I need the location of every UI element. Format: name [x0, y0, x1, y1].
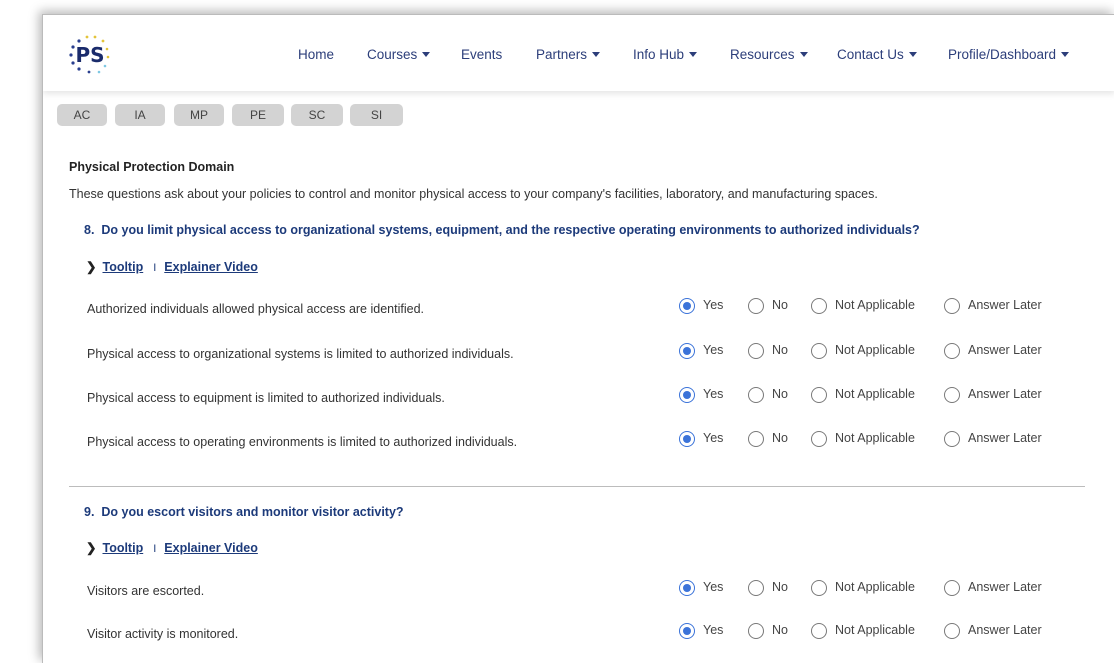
- radio-empty-icon: [811, 431, 827, 447]
- caret-down-icon: [799, 52, 808, 57]
- question-number: 8.: [84, 223, 95, 237]
- browser-window: AC IA MP PE SC SI Physical Protection Do…: [42, 14, 1114, 663]
- radio-empty-icon: [748, 431, 764, 447]
- nav-resources-label: Resources: [730, 47, 795, 62]
- section-divider: [69, 486, 1085, 487]
- separator: I: [153, 262, 157, 274]
- nav-profile-dashboard[interactable]: Profile/Dashboard: [948, 47, 1070, 62]
- nav-info-hub[interactable]: Info Hub: [633, 47, 698, 62]
- question-item-label: Physical access to equipment is limited …: [87, 391, 445, 405]
- tooltip-link[interactable]: Tooltip: [102, 541, 143, 555]
- question-item-label: Visitor activity is monitored.: [87, 627, 239, 641]
- question-item-label: Physical access to operating environment…: [87, 435, 518, 449]
- tooltip-row: ❯ Tooltip I Explainer Video: [86, 540, 258, 555]
- separator: I: [153, 543, 157, 555]
- question-heading: 8. Do you limit physical access to organ…: [84, 223, 920, 237]
- radio-selected-icon: [679, 343, 695, 359]
- radio-empty-icon: [748, 623, 764, 639]
- nav-partners[interactable]: Partners: [536, 47, 601, 62]
- radio-empty-icon: [944, 387, 960, 403]
- nav-home[interactable]: Home: [298, 47, 334, 62]
- domain-title: Physical Protection Domain: [69, 160, 235, 174]
- explainer-video-link[interactable]: Explainer Video: [164, 260, 258, 274]
- radio-empty-icon: [748, 580, 764, 596]
- tab-ia[interactable]: IA: [115, 104, 165, 126]
- nav-partners-label: Partners: [536, 47, 588, 62]
- radio-selected-icon: [679, 387, 695, 403]
- radio-empty-icon: [944, 580, 960, 596]
- domain-description: These questions ask about your policies …: [69, 187, 878, 201]
- nav-info-hub-label: Info Hub: [633, 47, 685, 62]
- window-frame-top: [0, 0, 1114, 14]
- top-navbar: PS Home Courses Events Partners Info Hub…: [43, 15, 1114, 91]
- question-text: Do you escort visitors and monitor visit…: [101, 505, 404, 519]
- tab-pe[interactable]: PE: [232, 104, 284, 126]
- radio-empty-icon: [811, 580, 827, 596]
- radio-empty-icon: [944, 343, 960, 359]
- nav-profile-dashboard-label: Profile/Dashboard: [948, 47, 1057, 62]
- tab-mp[interactable]: MP: [174, 104, 224, 126]
- caret-down-icon: [422, 52, 431, 57]
- caret-down-icon: [908, 52, 917, 57]
- logo-icon: PS: [69, 35, 110, 74]
- nav-courses-label: Courses: [367, 47, 418, 62]
- question-number: 9.: [84, 505, 95, 519]
- radio-empty-icon: [748, 387, 764, 403]
- page-content: AC IA MP PE SC SI Physical Protection Do…: [43, 15, 1114, 663]
- nav-home-label: Home: [298, 47, 335, 62]
- caret-down-icon: [1061, 52, 1070, 57]
- nav-resources[interactable]: Resources: [730, 47, 808, 62]
- radio-empty-icon: [811, 387, 827, 403]
- radio-empty-icon: [811, 623, 827, 639]
- nav-events-label: Events: [461, 47, 503, 62]
- nav-courses[interactable]: Courses: [367, 47, 431, 62]
- radio-empty-icon: [811, 298, 827, 314]
- radio-empty-icon: [944, 298, 960, 314]
- tooltip-row: ❯ Tooltip I Explainer Video: [86, 259, 258, 274]
- window-frame-left: [0, 0, 42, 662]
- chevron-right-icon[interactable]: ❯: [86, 260, 96, 274]
- question-text: Do you limit physical access to organiza…: [101, 223, 920, 237]
- radio-selected-icon: [679, 623, 695, 639]
- radio-empty-icon: [748, 343, 764, 359]
- question-item-label: Authorized individuals allowed physical …: [87, 302, 424, 316]
- radio-empty-icon: [748, 298, 764, 314]
- chevron-right-icon[interactable]: ❯: [86, 541, 96, 555]
- nav-contact-us-label: Contact Us: [837, 47, 904, 62]
- svg-text:PS: PS: [75, 43, 104, 67]
- caret-down-icon: [689, 52, 698, 57]
- radio-empty-icon: [944, 431, 960, 447]
- question-item-label: Physical access to organizational system…: [87, 347, 514, 361]
- question-heading: 9. Do you escort visitors and monitor vi…: [84, 505, 404, 519]
- radio-selected-icon: [679, 580, 695, 596]
- caret-down-icon: [592, 52, 601, 57]
- nav-contact-us[interactable]: Contact Us: [837, 47, 917, 62]
- tab-si[interactable]: SI: [350, 104, 403, 126]
- question-item-label: Visitors are escorted.: [87, 584, 205, 598]
- tab-ac[interactable]: AC: [57, 104, 107, 126]
- radio-empty-icon: [811, 343, 827, 359]
- tooltip-link[interactable]: Tooltip: [102, 260, 143, 274]
- site-logo[interactable]: PS: [63, 27, 123, 83]
- radio-selected-icon: [679, 431, 695, 447]
- nav-events[interactable]: Events: [461, 47, 502, 62]
- radio-selected-icon: [679, 298, 695, 314]
- explainer-video-link[interactable]: Explainer Video: [164, 541, 258, 555]
- radio-empty-icon: [944, 623, 960, 639]
- tab-sc[interactable]: SC: [291, 104, 343, 126]
